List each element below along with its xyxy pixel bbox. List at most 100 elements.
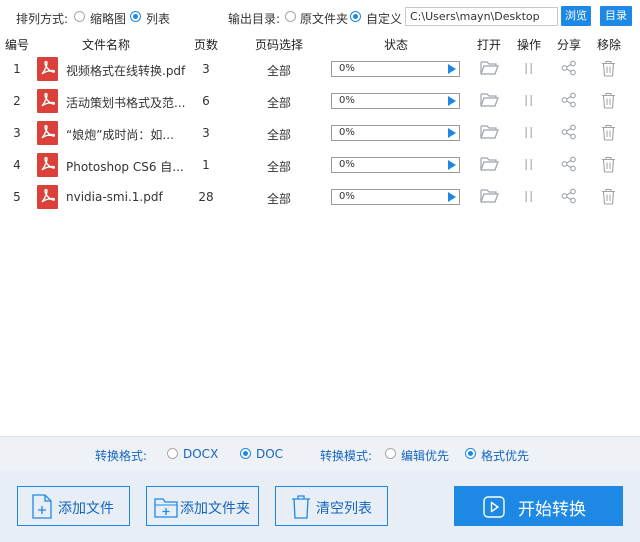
add-folder-icon: [154, 498, 178, 518]
pdf-file-icon: [37, 89, 58, 113]
share-icon[interactable]: [561, 156, 577, 172]
folder-open-icon[interactable]: [480, 60, 499, 76]
sort-thumbnail-label[interactable]: 缩略图: [90, 10, 126, 27]
row-filename[interactable]: 活动策划书格式及范...: [66, 94, 185, 111]
share-icon[interactable]: [561, 60, 577, 76]
add-file-button[interactable]: 添加文件: [17, 486, 130, 526]
output-original-radio[interactable]: [285, 11, 296, 22]
share-icon[interactable]: [561, 124, 577, 140]
trash-icon[interactable]: [601, 92, 616, 109]
header-index: 编号: [4, 38, 30, 52]
play-icon[interactable]: [448, 128, 456, 138]
action-bar: 添加文件 添加文件夹 清空列表 开始转换: [0, 470, 640, 542]
header-page-range: 页码选择: [254, 38, 304, 52]
format-docx-radio[interactable]: [167, 448, 178, 459]
mode-edit-radio[interactable]: [385, 448, 396, 459]
output-label: 输出目录:: [228, 12, 281, 26]
row-index: 3: [13, 126, 21, 140]
folder-open-icon[interactable]: [480, 188, 499, 204]
trash-icon[interactable]: [601, 188, 616, 205]
start-conversion-button[interactable]: 开始转换: [454, 486, 623, 526]
trash-icon[interactable]: [601, 124, 616, 141]
play-icon[interactable]: [448, 192, 456, 202]
play-icon[interactable]: [448, 64, 456, 74]
sort-list-label[interactable]: 列表: [146, 10, 170, 27]
trash-icon[interactable]: [601, 156, 616, 173]
output-path-input[interactable]: C:\Users\mayn\Desktop: [405, 7, 558, 26]
header-pages: 页数: [193, 38, 219, 52]
toolbar: 排列方式: 缩略图 列表 输出目录: 原文件夹 自定义 C:\Users\may…: [0, 0, 640, 34]
progress-text: 0%: [339, 127, 355, 138]
share-icon[interactable]: [561, 188, 577, 204]
mode-format-label[interactable]: 格式优先: [481, 447, 529, 464]
start-conversion-label: 开始转换: [518, 500, 586, 520]
header-status: 状态: [383, 38, 409, 52]
row-pages: 28: [198, 190, 214, 204]
pdf-file-icon: [37, 185, 58, 209]
format-docx-label[interactable]: DOCX: [183, 447, 218, 461]
row-page-range[interactable]: 全部: [267, 94, 291, 111]
row-filename[interactable]: “娘炮”成时尚：如...: [66, 126, 174, 143]
header-open: 打开: [476, 38, 502, 52]
pause-icon[interactable]: [524, 126, 534, 139]
table-row[interactable]: 2 活动策划书格式及范... 6 全部 0%: [0, 85, 640, 117]
table-row[interactable]: 5 nvidia-smi.1.pdf 28 全部 0%: [0, 181, 640, 213]
clear-list-icon: [292, 495, 310, 519]
add-file-label: 添加文件: [58, 501, 114, 517]
row-filename[interactable]: nvidia-smi.1.pdf: [66, 190, 163, 204]
table-row[interactable]: 3 “娘炮”成时尚：如... 3 全部 0%: [0, 117, 640, 149]
play-icon[interactable]: [448, 96, 456, 106]
share-icon[interactable]: [561, 92, 577, 108]
play-circle-icon: [483, 496, 505, 518]
folder-open-icon[interactable]: [480, 92, 499, 108]
row-pages: 3: [202, 126, 210, 140]
pause-icon[interactable]: [524, 94, 534, 107]
pdf-file-icon: [37, 121, 58, 145]
mode-edit-label[interactable]: 编辑优先: [401, 447, 449, 464]
output-custom-radio[interactable]: [350, 11, 361, 22]
folder-open-icon[interactable]: [480, 124, 499, 140]
directory-button[interactable]: 目录: [600, 6, 632, 26]
format-doc-radio[interactable]: [240, 448, 251, 459]
progress-bar: 0%: [331, 157, 460, 173]
sort-thumbnail-radio[interactable]: [74, 11, 85, 22]
format-doc-label[interactable]: DOC: [256, 447, 283, 461]
add-file-icon: [32, 494, 52, 519]
pause-icon[interactable]: [524, 62, 534, 75]
row-filename[interactable]: 视频格式在线转换.pdf: [66, 62, 185, 79]
pause-icon[interactable]: [524, 190, 534, 203]
folder-open-icon[interactable]: [480, 156, 499, 172]
progress-bar: 0%: [331, 189, 460, 205]
header-share: 分享: [556, 38, 582, 52]
table-header: 编号 文件名称 页数 页码选择 状态 打开 操作 分享 移除: [0, 34, 640, 52]
conversion-options-bar: 转换格式: DOCX DOC 转换模式: 编辑优先 格式优先: [0, 436, 640, 470]
pause-icon[interactable]: [524, 158, 534, 171]
table-row[interactable]: 1 视频格式在线转换.pdf 3 全部 0%: [0, 53, 640, 85]
browse-button[interactable]: 浏览: [561, 6, 591, 26]
clear-list-button[interactable]: 清空列表: [275, 486, 388, 526]
sort-list-radio[interactable]: [130, 11, 141, 22]
format-label: 转换格式:: [95, 449, 148, 463]
trash-icon[interactable]: [601, 60, 616, 77]
progress-bar: 0%: [331, 125, 460, 141]
header-operation: 操作: [516, 38, 542, 52]
mode-format-radio[interactable]: [465, 448, 476, 459]
header-remove: 移除: [596, 38, 622, 52]
row-index: 4: [13, 158, 21, 172]
row-page-range[interactable]: 全部: [267, 190, 291, 207]
row-page-range[interactable]: 全部: [267, 62, 291, 79]
table-row[interactable]: 4 Photoshop CS6 自... 1 全部 0%: [0, 149, 640, 181]
clear-list-label: 清空列表: [316, 501, 372, 517]
row-page-range[interactable]: 全部: [267, 126, 291, 143]
progress-text: 0%: [339, 63, 355, 74]
row-filename[interactable]: Photoshop CS6 自...: [66, 158, 184, 175]
pdf-file-icon: [37, 153, 58, 177]
output-original-label[interactable]: 原文件夹: [300, 10, 348, 27]
row-pages: 6: [202, 94, 210, 108]
output-custom-label[interactable]: 自定义: [366, 10, 402, 27]
add-folder-label: 添加文件夹: [180, 501, 250, 517]
play-icon[interactable]: [448, 160, 456, 170]
progress-bar: 0%: [331, 61, 460, 77]
row-page-range[interactable]: 全部: [267, 158, 291, 175]
add-folder-button[interactable]: 添加文件夹: [146, 486, 259, 526]
